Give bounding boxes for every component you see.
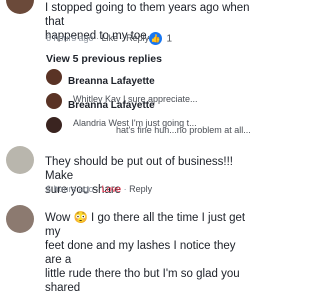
timestamp: 6 hours ago bbox=[46, 33, 94, 43]
reply-avatar[interactable] bbox=[46, 69, 62, 85]
timestamp: 6 hours ago bbox=[46, 184, 94, 194]
commenter-avatar[interactable] bbox=[6, 0, 34, 14]
comment-meta: 6 hours ago · Love · Reply bbox=[46, 184, 153, 194]
like-reaction-icon: 👍 bbox=[149, 32, 162, 46]
reply-snippet: hat's fine hun...no problem at all... bbox=[116, 125, 251, 135]
comment-text: Wow 😳 I go there all the time I just get… bbox=[45, 212, 246, 294]
love-link[interactable]: Love bbox=[102, 184, 122, 194]
reply-row[interactable]: hat's fine hun...no problem at all... bbox=[68, 120, 251, 138]
reply-author[interactable]: Breanna Lafayette bbox=[68, 100, 155, 111]
comment-meta: 6 hours ago · Like · Reply · bbox=[46, 33, 155, 43]
reaction-badge[interactable]: 👍 1 bbox=[149, 30, 173, 46]
reply-link[interactable]: Reply bbox=[126, 33, 149, 43]
like-link[interactable]: Like bbox=[102, 33, 119, 43]
reply-author[interactable]: Breanna Lafayette bbox=[68, 76, 155, 87]
reply-link[interactable]: Reply bbox=[129, 184, 152, 194]
reply-avatar[interactable] bbox=[46, 117, 62, 133]
reaction-count: 1 bbox=[166, 33, 173, 45]
view-previous-replies-link[interactable]: View 5 previous replies bbox=[46, 53, 162, 65]
reply-avatar[interactable] bbox=[46, 93, 62, 109]
commenter-avatar[interactable] bbox=[6, 146, 34, 174]
commenter-avatar[interactable] bbox=[6, 205, 34, 233]
